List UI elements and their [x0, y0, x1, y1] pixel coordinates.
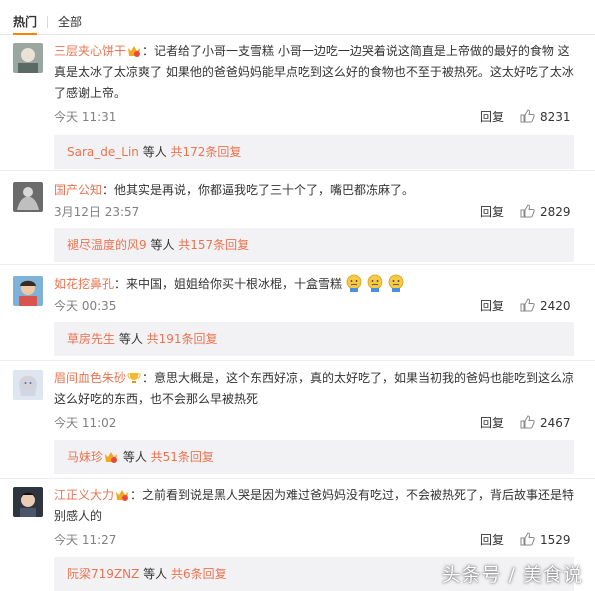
comment-time: 今天 11:02	[54, 416, 117, 430]
thumbs-up-icon	[520, 204, 535, 218]
comment-text: 三层夹心饼干 ：记者给了小哥一支雪糕 小哥一边吃一边哭着说这简直是上帝做的最好的食…	[54, 41, 579, 104]
trophy-badge-icon	[127, 373, 141, 383]
like-count: 2467	[540, 416, 571, 430]
tab-hot[interactable]: 热门	[13, 14, 38, 35]
reply-count-link[interactable]: 共172条回复	[171, 145, 242, 159]
comment-body: ：他其实是再说，你都逼我吃了三十个了，嘴巴都冻麻了。	[102, 183, 415, 197]
replies-summary[interactable]: 褪尽温度的风9 等人 共157条回复	[54, 228, 574, 262]
divider	[0, 478, 595, 479]
like-button[interactable]: 1529	[520, 532, 571, 548]
like-count: 1529	[540, 533, 571, 547]
divider	[0, 360, 595, 361]
thumbs-up-icon	[520, 109, 535, 123]
reply-button[interactable]: 回复	[480, 109, 504, 125]
comment-text: 国产公知：他其实是再说，你都逼我吃了三十个了，嘴巴都冻麻了。	[54, 180, 579, 201]
replies-summary[interactable]: Sara_de_Lin 等人 共172条回复	[54, 135, 574, 169]
reply-username[interactable]: 马妹珍	[67, 450, 103, 464]
reply-count-link[interactable]: 共51条回复	[151, 450, 214, 464]
comment-time: 今天 11:31	[54, 110, 117, 124]
comment-text: 如花挖鼻孔：来中国，姐姐给你买十根冰棍，十盒雪糕	[54, 274, 579, 295]
reply-button[interactable]: 回复	[480, 298, 504, 314]
thumbs-up-icon	[520, 532, 535, 546]
reply-button[interactable]: 回复	[480, 204, 504, 220]
emoji-face-icon	[388, 274, 404, 292]
reply-count-link[interactable]: 共6条回复	[171, 567, 227, 581]
comment-item: 三层夹心饼干 ：记者给了小哥一支雪糕 小哥一边吃一边哭着说这简直是上帝做的最好的食…	[0, 41, 595, 171]
comment-username[interactable]: 如花挖鼻孔	[54, 277, 114, 291]
thumbs-up-icon	[520, 298, 535, 312]
comment-item: 如花挖鼻孔：来中国，姐姐给你买十根冰棍，十盒雪糕 今天 00:35 回复 242…	[0, 274, 595, 356]
reply-count-link[interactable]: 共157条回复	[178, 238, 249, 252]
comment-time: 今天 00:35	[54, 299, 117, 313]
like-count: 8231	[540, 110, 571, 124]
like-button[interactable]: 8231	[520, 109, 571, 125]
replies-summary[interactable]: 马妹珍 等人 共51条回复	[54, 440, 574, 474]
emoji-face-icon	[367, 274, 383, 292]
vip-badge-icon	[128, 46, 141, 57]
reply-username[interactable]: 阮梁719ZNZ	[67, 567, 139, 581]
comment-time: 3月12日 23:57	[54, 205, 140, 219]
watermark: 头条号 / 美食说	[441, 564, 583, 586]
reply-username[interactable]: 褪尽温度的风9	[67, 238, 147, 252]
vip-badge-icon	[105, 452, 118, 463]
reply-username[interactable]: 草房先生	[67, 332, 115, 346]
comment-username[interactable]: 国产公知	[54, 183, 102, 197]
divider	[0, 170, 595, 171]
divider	[0, 264, 595, 265]
avatar[interactable]	[13, 43, 43, 73]
avatar[interactable]	[13, 182, 43, 212]
comment-username[interactable]: 三层夹心饼干	[54, 44, 126, 58]
comment-time: 今天 11:27	[54, 533, 117, 547]
replies-summary[interactable]: 草房先生 等人 共191条回复	[54, 322, 574, 356]
like-count: 2829	[540, 205, 571, 219]
like-button[interactable]: 2420	[520, 298, 571, 314]
reply-connector: 等人	[146, 238, 179, 252]
reply-connector: 等人	[119, 450, 151, 464]
comment-text: 眉间血色朱砂 ：意思大概是，这个东西好凉，真的太好吃了，如果当初我的爸妈也能吃到这…	[54, 368, 579, 410]
comment-item: 国产公知：他其实是再说，你都逼我吃了三十个了，嘴巴都冻麻了。 3月12日 23:…	[0, 180, 595, 262]
reply-count-link[interactable]: 共191条回复	[147, 332, 218, 346]
vip-badge-icon	[116, 490, 129, 501]
reply-connector: 等人	[139, 567, 171, 581]
tab-all[interactable]: 全部	[58, 14, 82, 30]
like-button[interactable]: 2467	[520, 415, 571, 431]
reply-connector: 等人	[138, 145, 171, 159]
reply-button[interactable]: 回复	[480, 532, 504, 548]
comment-text: 江正义大力 ：之前看到说是黑人哭是因为难过爸妈妈没有吃过，不会被热死了，背后故事还…	[54, 485, 579, 527]
comment-username[interactable]: 眉间血色朱砂	[54, 371, 126, 385]
comment-tabs: 热门 全部	[0, 0, 595, 35]
comment-item: 眉间血色朱砂 ：意思大概是，这个东西好凉，真的太好吃了，如果当初我的爸妈也能吃到这…	[0, 368, 595, 476]
reply-username[interactable]: Sara_de_Lin	[67, 145, 139, 159]
emoji-face-icon	[346, 274, 362, 292]
reply-button[interactable]: 回复	[480, 415, 504, 431]
avatar[interactable]	[13, 487, 43, 517]
like-button[interactable]: 2829	[520, 204, 571, 220]
comment-username[interactable]: 江正义大力	[54, 488, 114, 502]
thumbs-up-icon	[520, 415, 535, 429]
avatar[interactable]	[13, 276, 43, 306]
comment-body: ：之前看到说是黑人哭是因为难过爸妈妈没有吃过，不会被热死了，背后故事还是特别感人…	[54, 488, 575, 523]
tab-separator	[47, 16, 48, 28]
comment-body: ：来中国，姐姐给你买十根冰棍，十盒雪糕	[114, 277, 343, 291]
reply-connector: 等人	[115, 332, 147, 346]
avatar[interactable]	[13, 370, 43, 400]
like-count: 2420	[540, 299, 571, 313]
